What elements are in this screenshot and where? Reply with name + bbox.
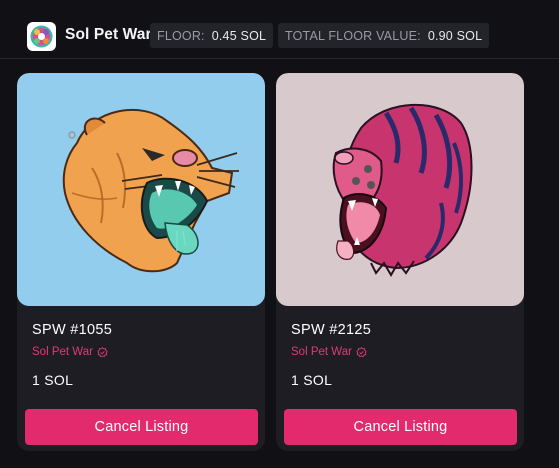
listing-card: SPW #1055 Sol Pet War 1 SOL Cancel Listi… — [17, 73, 265, 451]
floor-value: 0.45 SOL — [211, 28, 267, 43]
collection-header: Sol Pet War FLOOR: 0.45 SOL TOTAL FLOOR … — [0, 0, 559, 59]
nft-collection-name[interactable]: Sol Pet War — [291, 346, 352, 358]
collection-title[interactable]: Sol Pet War — [65, 26, 152, 44]
nft-image[interactable] — [276, 73, 524, 306]
floor-stat: FLOOR: 0.45 SOL — [150, 23, 274, 48]
floor-label: FLOOR: — [157, 28, 205, 43]
cancel-listing-button[interactable]: Cancel Listing — [25, 409, 258, 445]
listing-card: SPW #2125 Sol Pet War 1 SOL Cancel Listi… — [276, 73, 524, 451]
nft-image[interactable] — [17, 73, 265, 306]
nft-collection-link[interactable]: Sol Pet War — [291, 346, 367, 358]
collection-logo[interactable] — [27, 22, 56, 51]
verified-badge-icon — [97, 346, 108, 357]
nft-price: 1 SOL — [32, 372, 74, 388]
cancel-listing-button[interactable]: Cancel Listing — [284, 409, 517, 445]
nft-collection-link[interactable]: Sol Pet War — [32, 346, 108, 358]
nft-collection-name[interactable]: Sol Pet War — [32, 346, 93, 358]
total-floor-value: 0.90 SOL — [427, 28, 483, 43]
nft-title[interactable]: SPW #1055 — [32, 322, 112, 338]
nft-title[interactable]: SPW #2125 — [291, 322, 371, 338]
nft-price: 1 SOL — [291, 372, 333, 388]
total-floor-label: TOTAL FLOOR VALUE: — [285, 28, 421, 43]
verified-badge-icon — [356, 346, 367, 357]
pink-striped-tiger-artwork — [332, 103, 473, 277]
orange-panther-artwork — [62, 108, 239, 273]
total-floor-stat: TOTAL FLOOR VALUE: 0.90 SOL — [278, 23, 490, 48]
